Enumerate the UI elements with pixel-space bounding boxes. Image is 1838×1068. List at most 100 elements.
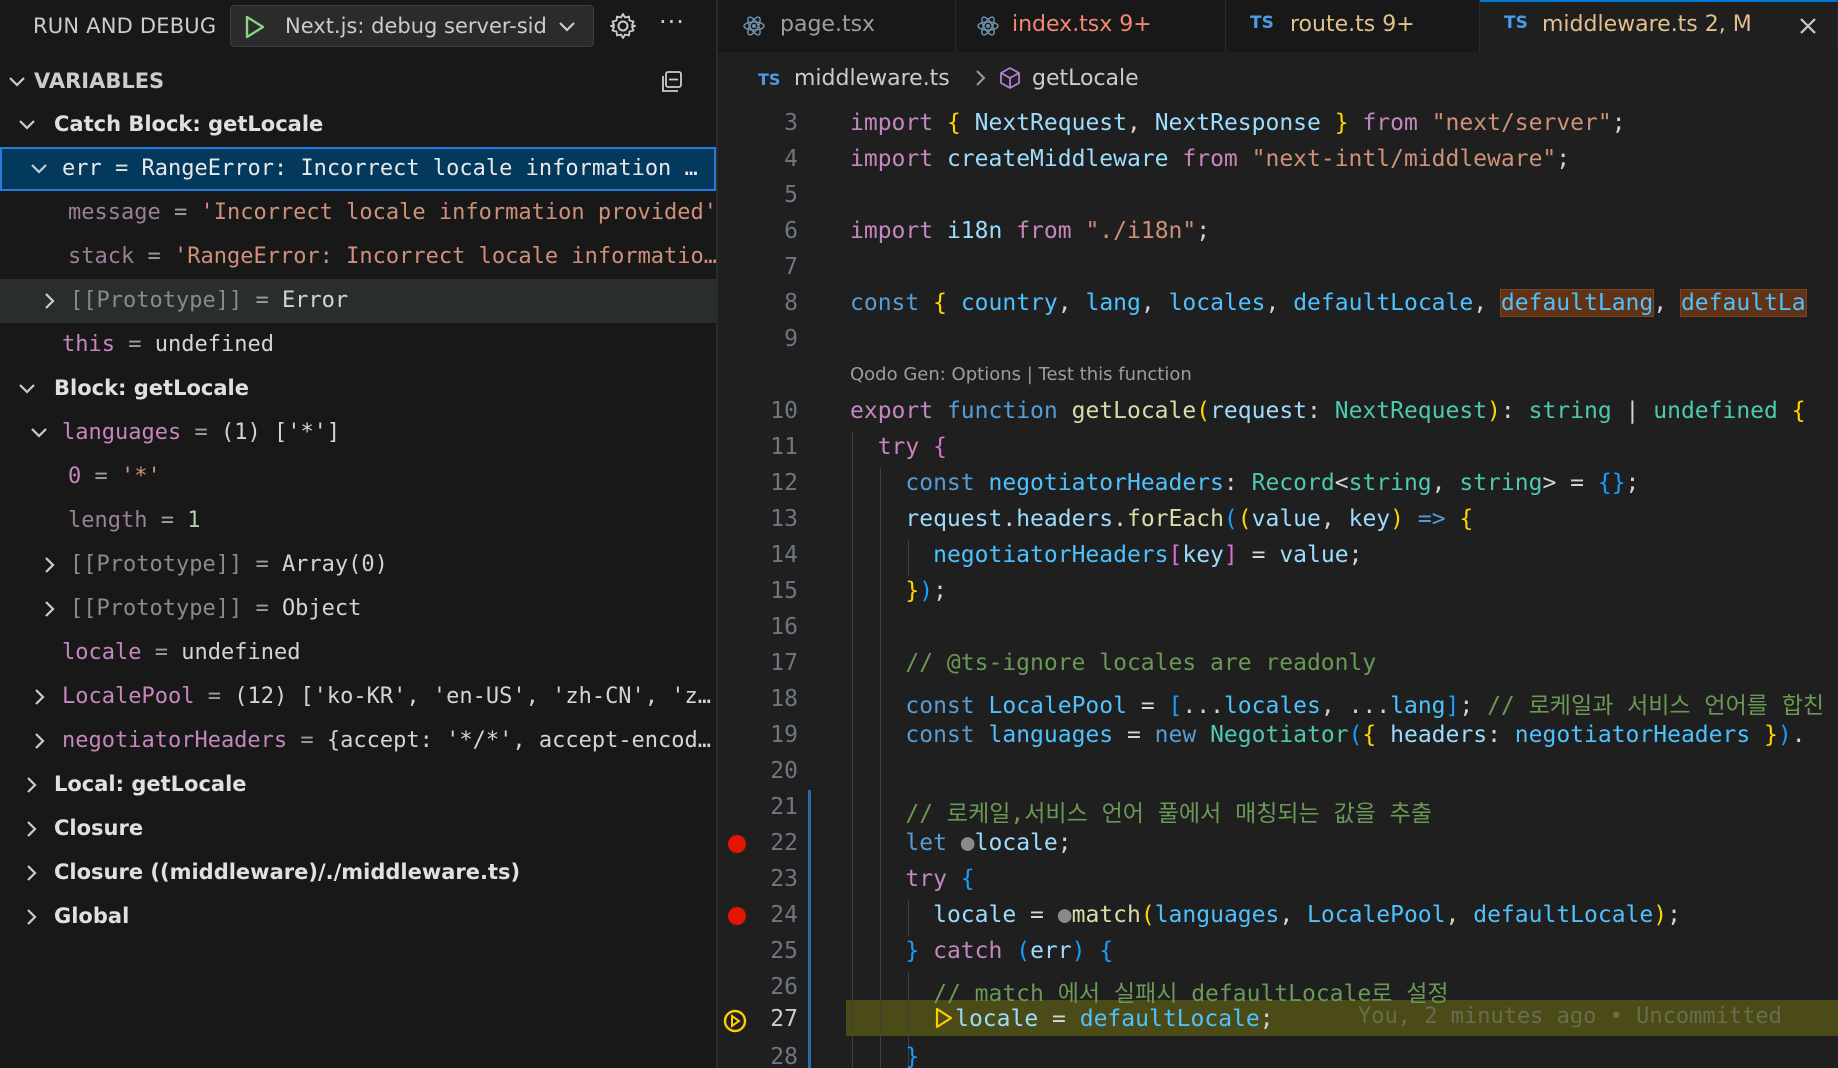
code-line[interactable]: 3 import { NextRequest, NextResponse } f… <box>718 106 1838 142</box>
codelens-actions[interactable]: Qodo Gen: Options | Test this function <box>850 364 1192 385</box>
problems-badge: 2, M <box>1704 12 1752 37</box>
tab-middleware-ts[interactable]: TS middleware.ts 2, M <box>1480 0 1838 52</box>
line-number: 16 <box>770 614 798 640</box>
scope-closure-middleware[interactable]: Closure ((middleware)/./middleware.ts) <box>0 851 716 895</box>
line-number: 10 <box>770 398 798 424</box>
variable-value: (1) ['*'] <box>220 420 341 445</box>
code-line[interactable]: 23 try { <box>718 862 1838 898</box>
code-line[interactable]: 28 } <box>718 1040 1838 1068</box>
variable-name: this <box>62 332 115 357</box>
code-line[interactable]: 10 export function getLocale(request: Ne… <box>718 394 1838 430</box>
code-line[interactable]: 8 const { country, lang, locales, defaul… <box>718 286 1838 322</box>
variable-row-localepool[interactable]: LocalePool = (12) ['ko-KR', 'en-US', 'zh… <box>0 675 716 719</box>
variable-value: 1 <box>187 508 201 533</box>
launch-config-dropdown[interactable]: Next.js: debug server-sid <box>230 5 594 47</box>
variable-row-locale[interactable]: locale = undefined <box>0 631 716 675</box>
chevron-right-icon <box>45 601 55 617</box>
variable-name: stack <box>68 244 135 269</box>
variable-equals: = <box>300 728 314 753</box>
breadcrumb-file[interactable]: middleware.ts <box>794 66 950 91</box>
variable-row-negotiatorheaders[interactable]: negotiatorHeaders = {accept: '*/*', acce… <box>0 719 716 763</box>
line-number: 17 <box>770 650 798 676</box>
variable-row-prototype-error[interactable]: [[Prototype]] = Error <box>0 279 716 323</box>
code-line[interactable]: 6 import i18n from "./i18n"; <box>718 214 1838 250</box>
variable-row-stack[interactable]: stack = 'RangeError: Incorrect locale in… <box>0 235 716 279</box>
execution-pointer-icon <box>935 1007 953 1029</box>
chevron-right-icon <box>45 557 55 573</box>
chevron-down-icon <box>31 428 47 438</box>
code-line[interactable]: 21 // 로케일,서비스 언어 풀에서 매칭되는 값을 추출 <box>718 790 1838 827</box>
variable-row-this[interactable]: this = undefined <box>0 323 716 367</box>
code-line[interactable]: 4 import createMiddleware from "next-int… <box>718 142 1838 178</box>
start-debugging-icon[interactable] <box>241 14 267 40</box>
variable-row-prototype-array[interactable]: [[Prototype]] = Array(0) <box>0 543 716 587</box>
close-icon[interactable] <box>1796 14 1820 38</box>
code-line[interactable]: 13 request.headers.forEach((value, key) … <box>718 502 1838 538</box>
variable-value: Object <box>281 596 362 621</box>
chevron-right-icon <box>27 821 37 837</box>
variable-row-languages[interactable]: languages = (1) ['*'] <box>0 411 716 455</box>
gear-icon[interactable] <box>608 11 638 41</box>
code-line[interactable]: 9 <box>718 322 1838 358</box>
line-number: 21 <box>770 794 798 820</box>
code-line[interactable]: 22 let ●locale; <box>718 826 1838 862</box>
line-number: 12 <box>770 470 798 496</box>
line-number: 14 <box>770 542 798 568</box>
code-line[interactable]: 19 const languages = new Negotiator({ he… <box>718 718 1838 754</box>
chevron-right-icon <box>35 689 45 705</box>
code-line[interactable]: 24 locale = ●match(languages, LocalePool… <box>718 898 1838 934</box>
more-actions-icon[interactable]: ··· <box>656 10 688 40</box>
code-line[interactable]: 26 // match 에서 실패시 defaultLocale로 설정 <box>718 970 1838 1007</box>
breadcrumb-symbol[interactable]: getLocale <box>1032 66 1139 91</box>
chevron-down-icon <box>559 22 575 32</box>
scope-catch-block[interactable]: Catch Block: getLocale <box>0 103 716 147</box>
variables-section-header[interactable]: VARIABLES <box>0 62 716 102</box>
code-line[interactable]: 7 <box>718 250 1838 286</box>
scope-global[interactable]: Global <box>0 895 716 939</box>
tab-route-ts[interactable]: TS route.ts 9+ <box>1226 0 1480 52</box>
tab-page-tsx[interactable]: page.tsx <box>718 0 956 52</box>
variable-row-index-0[interactable]: 0 = '*' <box>0 455 716 499</box>
code-line[interactable]: 5 <box>718 178 1838 214</box>
tab-label: page.tsx <box>780 12 876 37</box>
variable-value: undefined <box>181 640 301 665</box>
typescript-icon: TS <box>758 70 781 89</box>
code-line[interactable]: 18 const LocalePool = [...locales, ...la… <box>718 682 1838 719</box>
code-line[interactable]: 12 const negotiatorHeaders: Record<strin… <box>718 466 1838 502</box>
variable-row-message[interactable]: message = 'Incorrect locale information … <box>0 191 716 235</box>
tab-label: middleware.ts <box>1542 12 1698 37</box>
variable-value: Array(0) <box>281 552 388 577</box>
typescript-icon: TS <box>1250 13 1274 33</box>
react-icon <box>743 16 765 36</box>
variable-row-err[interactable]: err = RangeError: Incorrect locale infor… <box>0 147 716 191</box>
problems-badge: 9+ <box>1382 12 1415 37</box>
variable-name: [[Prototype]] <box>70 288 243 313</box>
code-line[interactable]: 17 // @ts-ignore locales are readonly <box>718 646 1838 682</box>
chevron-down-icon <box>19 120 35 130</box>
chevron-right-icon <box>27 909 37 925</box>
code-line[interactable]: 16 <box>718 610 1838 646</box>
line-number: 3 <box>784 110 798 136</box>
scope-local[interactable]: Local: getLocale <box>0 763 716 807</box>
chevron-down-icon <box>31 164 47 174</box>
line-number: 28 <box>770 1044 798 1068</box>
code-line[interactable]: 15 }); <box>718 574 1838 610</box>
scope-label: Closure ((middleware)/./middleware.ts) <box>54 860 521 884</box>
scope-label: Catch Block: getLocale <box>54 112 324 136</box>
code-line[interactable]: 11 try { <box>718 430 1838 466</box>
variable-row-length[interactable]: length = 1 <box>0 499 716 543</box>
tab-index-tsx[interactable]: index.tsx 9+ <box>956 0 1226 52</box>
line-number: 19 <box>770 722 798 748</box>
variable-value: 'Incorrect locale information provided' <box>200 200 716 225</box>
line-number: 5 <box>784 182 798 208</box>
variable-name: [[Prototype]] <box>70 552 243 577</box>
code-line[interactable]: 25 } catch (err) { <box>718 934 1838 970</box>
chevron-right-icon <box>27 777 37 793</box>
scope-block[interactable]: Block: getLocale <box>0 367 716 411</box>
code-line[interactable]: 20 <box>718 754 1838 790</box>
variable-row-prototype-object[interactable]: [[Prototype]] = Object <box>0 587 716 631</box>
variable-equals: = <box>115 156 129 181</box>
scope-closure[interactable]: Closure <box>0 807 716 851</box>
collapse-all-icon[interactable] <box>658 68 686 96</box>
code-line[interactable]: 14 negotiatorHeaders[key] = value; <box>718 538 1838 574</box>
